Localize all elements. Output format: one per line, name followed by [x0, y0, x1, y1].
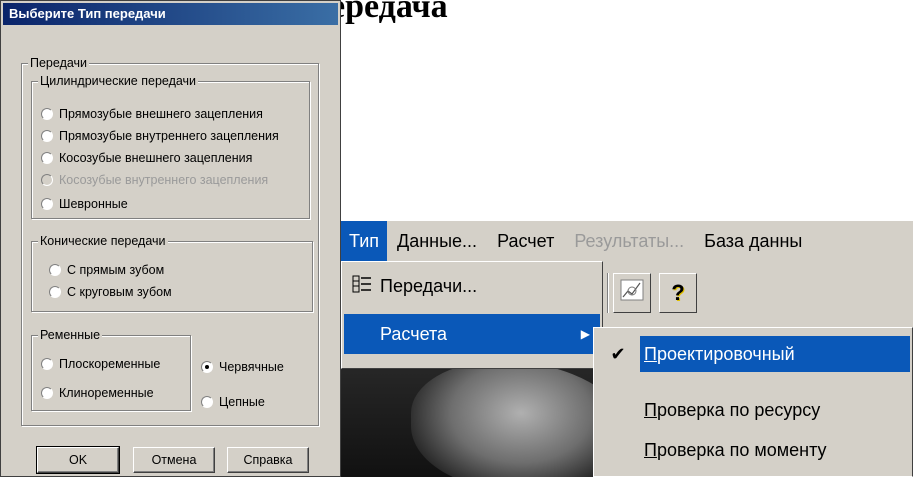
checkmark-icon: ✔: [610, 343, 626, 364]
menu-data[interactable]: Данные...: [387, 221, 487, 261]
background-title: ередача: [330, 0, 448, 25]
radio-button[interactable]: [41, 108, 53, 120]
radio-button[interactable]: [41, 198, 53, 210]
radio-spur-external[interactable]: Прямозубые внешнего зацепления: [41, 107, 263, 121]
radio-chain[interactable]: Цепные: [201, 395, 265, 409]
radio-label: Клиноременные: [59, 386, 154, 400]
radio-label: Плоскоременные: [59, 357, 161, 371]
menu-database[interactable]: База данны: [694, 221, 812, 261]
ok-button[interactable]: OK: [36, 446, 120, 474]
radio-v-belt[interactable]: Клиноременные: [41, 386, 154, 400]
radio-label: Косозубые внешнего зацепления: [59, 151, 253, 165]
group-conical-label: Конические передачи: [38, 233, 168, 249]
select-transmission-dialog: Выберите Тип передачи Передачи Цилиндрич…: [0, 0, 341, 477]
radio-worm[interactable]: Червячные: [201, 360, 284, 374]
group-transmissions-label: Передачи: [28, 55, 90, 71]
radio-spur-internal[interactable]: Прямозубые внутреннего зацепления: [41, 129, 279, 143]
graph-button[interactable]: [613, 273, 651, 313]
radio-label: С круговым зубом: [67, 285, 172, 299]
radio-herringbone[interactable]: Шевронные: [41, 197, 128, 211]
menu-item-label: Передачи...: [380, 275, 478, 296]
menu-type[interactable]: Тип: [341, 221, 388, 261]
radio-label: С прямым зубом: [67, 263, 165, 277]
graph-icon: [620, 279, 644, 307]
radio-button[interactable]: [49, 286, 61, 298]
radio-label: Червячные: [219, 360, 284, 374]
submenu-item-torque-check[interactable]: Проверка по моменту: [596, 432, 910, 468]
menu-bar: Тип Данные... Расчет Результаты... База …: [341, 221, 913, 261]
submenu-item-resource-check[interactable]: Проверка по ресурсу: [596, 392, 910, 428]
group-belt-label: Ременные: [38, 327, 103, 343]
cancel-button[interactable]: Отмена: [133, 447, 215, 473]
menu-item-calculation[interactable]: Расчета ▶: [344, 314, 600, 354]
help-icon: ?: [671, 280, 685, 305]
radio-label: Цепные: [219, 395, 265, 409]
submenu-arrow-icon: ▶: [580, 327, 590, 341]
submenu-item-label: Проверка по моменту: [644, 440, 827, 460]
menu-calculation[interactable]: Расчет: [487, 221, 564, 261]
radio-spiral-tooth[interactable]: С круговым зубом: [49, 285, 172, 299]
radio-label: Шевронные: [59, 197, 128, 211]
help-button[interactable]: Справка: [227, 447, 309, 473]
submenu-item-label: Проектировочный: [640, 336, 910, 372]
radio-button: [41, 174, 53, 186]
type-dropdown-menu: Передачи... Расчета ▶: [341, 261, 603, 369]
radio-button[interactable]: [201, 396, 213, 408]
menu-item-transmissions[interactable]: Передачи...: [344, 266, 600, 306]
radio-button[interactable]: [41, 387, 53, 399]
submenu-item-design[interactable]: ✔ Проектировочный: [596, 336, 910, 372]
dialog-title: Выберите Тип передачи: [3, 3, 338, 25]
radio-button[interactable]: [41, 130, 53, 142]
radio-label: Прямозубые внешнего зацепления: [59, 107, 263, 121]
menu-results[interactable]: Результаты...: [564, 221, 694, 261]
menu-screenshot: Тип Данные... Расчет Результаты... База …: [341, 221, 913, 477]
submenu-item-label: Проверка по ресурсу: [644, 400, 821, 420]
radio-button[interactable]: [201, 361, 213, 373]
radio-helical-internal: Косозубые внутреннего зацепления: [41, 173, 268, 187]
menu-item-label: Расчета: [380, 323, 448, 344]
help-toolbar-button[interactable]: ?: [659, 273, 697, 313]
radio-label: Прямозубые внутреннего зацепления: [59, 129, 279, 143]
radio-button[interactable]: [49, 264, 61, 276]
toolbar-separator: [607, 273, 609, 313]
radio-label: Косозубые внутреннего зацепления: [59, 173, 269, 187]
radio-helical-external[interactable]: Косозубые внешнего зацепления: [41, 151, 252, 165]
radio-straight-tooth[interactable]: С прямым зубом: [49, 263, 164, 277]
radio-flat-belt[interactable]: Плоскоременные: [41, 357, 160, 371]
transmissions-icon: [352, 274, 372, 299]
group-cylindrical-label: Цилиндрические передачи: [38, 73, 199, 89]
calculation-submenu: ✔ Проектировочный Проверка по ресурсу Пр…: [593, 327, 913, 477]
radio-button[interactable]: [41, 152, 53, 164]
radio-button[interactable]: [41, 358, 53, 370]
